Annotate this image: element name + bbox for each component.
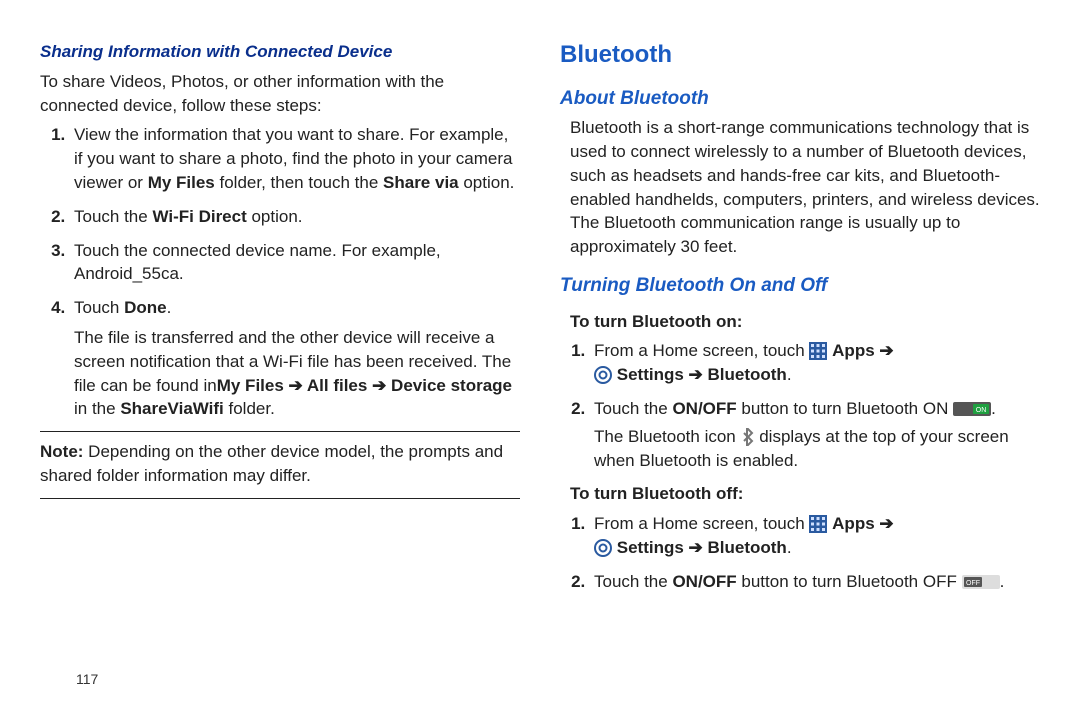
bold: Bluetooth: [708, 538, 787, 557]
step-1: View the information that you want to sh…: [70, 123, 520, 194]
note-label: Note:: [40, 442, 83, 461]
arrow-icon: ➔: [684, 365, 708, 384]
page-number: 117: [76, 670, 98, 690]
page-container: Sharing Information with Connected Devic…: [40, 30, 1040, 700]
text: button to turn Bluetooth OFF: [737, 572, 962, 591]
settings-icon: [594, 539, 612, 557]
off-step-1: From a Home screen, touch Apps ➔ Setting…: [590, 512, 1040, 560]
on-step-2-detail: The Bluetooth icon displays at the top o…: [594, 425, 1040, 473]
text: Touch the: [74, 207, 152, 226]
divider: [40, 498, 520, 499]
step-3: Touch the connected device name. For exa…: [70, 239, 520, 287]
bold: Apps: [832, 341, 875, 360]
on-steps: From a Home screen, touch Apps ➔ Setting…: [590, 339, 1040, 472]
bold: My Files: [217, 376, 284, 395]
text: .: [787, 365, 792, 384]
heading-onoff: Turning Bluetooth On and Off: [560, 273, 1040, 300]
text: folder.: [224, 399, 275, 418]
bold: All files: [307, 376, 367, 395]
step-2: Touch the Wi-Fi Direct option.: [70, 205, 520, 229]
step-4: Touch Done. The file is transferred and …: [70, 296, 520, 421]
bold: Settings: [617, 538, 684, 557]
bold: Done: [124, 298, 167, 317]
bold: ON/OFF: [672, 399, 736, 418]
note-text: Depending on the other device model, the…: [40, 442, 503, 485]
bold: ShareViaWifi: [120, 399, 223, 418]
text: in the: [74, 399, 120, 418]
text: folder, then touch the: [215, 173, 383, 192]
text: From a Home screen, touch: [594, 341, 809, 360]
left-column: Sharing Information with Connected Devic…: [40, 30, 520, 700]
toggle-off-icon: OFF: [962, 573, 1000, 591]
heading-sharing: Sharing Information with Connected Devic…: [40, 40, 520, 64]
apps-icon: [809, 342, 827, 360]
arrow-icon: ➔: [875, 514, 894, 533]
off-steps: From a Home screen, touch Apps ➔ Setting…: [590, 512, 1040, 593]
text: option.: [459, 173, 515, 192]
text: .: [787, 538, 792, 557]
note: Note: Depending on the other device mode…: [40, 440, 520, 488]
heading-bluetooth: Bluetooth: [560, 38, 1040, 72]
subhead-off: To turn Bluetooth off:: [570, 482, 1040, 506]
right-column: Bluetooth About Bluetooth Bluetooth is a…: [560, 30, 1040, 700]
arrow-icon: ➔: [367, 376, 391, 395]
step-4-detail: The file is transferred and the other de…: [74, 326, 520, 421]
bold: Wi-Fi Direct: [152, 207, 246, 226]
heading-about: About Bluetooth: [560, 86, 1040, 113]
text: The Bluetooth icon: [594, 427, 740, 446]
text: From a Home screen, touch: [594, 514, 809, 533]
on-step-1: From a Home screen, touch Apps ➔ Setting…: [590, 339, 1040, 387]
bluetooth-icon: [740, 428, 754, 446]
settings-icon: [594, 366, 612, 384]
text: option.: [247, 207, 303, 226]
svg-text:OFF: OFF: [966, 580, 980, 587]
apps-icon: [809, 515, 827, 533]
subhead-on: To turn Bluetooth on:: [570, 310, 1040, 334]
bold: Share via: [383, 173, 459, 192]
intro-text: To share Videos, Photos, or other inform…: [40, 70, 520, 118]
toggle-on-icon: ON: [953, 400, 991, 418]
text: Touch: [74, 298, 124, 317]
bold: Device storage: [391, 376, 512, 395]
text: .: [167, 298, 172, 317]
bold: My Files: [148, 173, 215, 192]
divider: [40, 431, 520, 432]
bold: Apps: [832, 514, 875, 533]
text: .: [1000, 572, 1005, 591]
arrow-icon: ➔: [284, 376, 307, 395]
bold: ON/OFF: [672, 572, 736, 591]
svg-text:ON: ON: [976, 407, 987, 414]
arrow-icon: ➔: [875, 341, 894, 360]
bold: Bluetooth: [708, 365, 787, 384]
text: Touch the: [594, 399, 672, 418]
text: Touch the: [594, 572, 672, 591]
steps-list: View the information that you want to sh…: [70, 123, 520, 421]
off-step-2: Touch the ON/OFF button to turn Bluetoot…: [590, 570, 1040, 594]
text: .: [991, 399, 996, 418]
about-text: Bluetooth is a short-range communication…: [570, 116, 1040, 259]
on-step-2: Touch the ON/OFF button to turn Bluetoot…: [590, 397, 1040, 472]
text: button to turn Bluetooth ON: [737, 399, 953, 418]
bold: Settings: [617, 365, 684, 384]
arrow-icon: ➔: [684, 538, 708, 557]
